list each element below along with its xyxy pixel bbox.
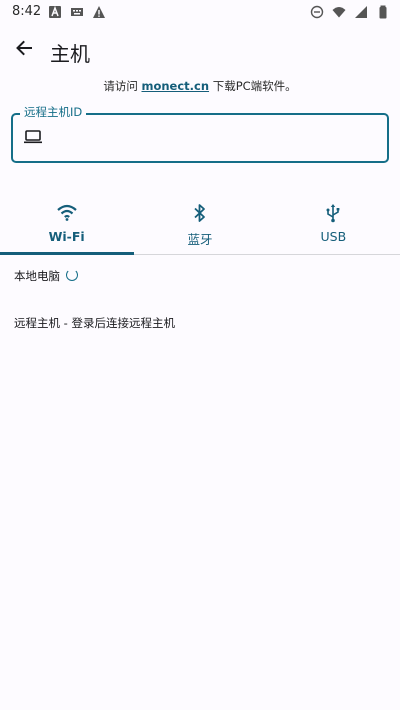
tab-bluetooth[interactable]: 蓝牙 [133, 192, 266, 254]
letter-a-icon [48, 4, 62, 18]
tab-bluetooth-label: 蓝牙 [187, 232, 213, 247]
do-not-disturb-icon [310, 4, 324, 19]
remote-id-input[interactable] [53, 123, 377, 153]
tab-wifi-label: Wi-Fi [48, 229, 85, 244]
remote-id-label: 远程主机ID [20, 104, 87, 120]
wifi-icon [56, 202, 78, 224]
status-time: 8:42 [12, 4, 42, 19]
tab-wifi[interactable]: Wi-Fi [0, 192, 134, 255]
tab-usb[interactable]: USB [267, 192, 400, 254]
local-pc-row[interactable]: 本地电脑 [14, 268, 78, 284]
status-bar: 8:42 [0, 0, 400, 24]
arrow-back-icon [14, 38, 34, 62]
usb-icon [322, 202, 344, 224]
warning-icon [92, 4, 106, 18]
battery-icon [376, 4, 390, 19]
active-tab-indicator [0, 252, 134, 255]
download-hint: 请访问 monect.cn 下载PC端软件。 [0, 78, 400, 94]
app-bar: 主机 [0, 24, 400, 76]
wifi-icon [332, 4, 346, 18]
tab-usb-label: USB [320, 229, 347, 244]
keyboard-icon [70, 4, 84, 18]
remote-host-row[interactable]: 远程主机 - 登录后连接远程主机 [14, 315, 175, 331]
local-pc-label: 本地电脑 [14, 269, 60, 283]
hint-prefix: 请访问 [103, 79, 142, 93]
loading-spinner-icon [66, 269, 78, 281]
laptop-icon [23, 128, 43, 146]
monect-link[interactable]: monect.cn [141, 79, 209, 93]
remote-id-field[interactable] [11, 113, 389, 163]
signal-icon [354, 4, 368, 18]
hint-suffix: 下载PC端软件。 [209, 79, 297, 93]
back-button[interactable] [10, 36, 38, 64]
page-title: 主机 [50, 42, 90, 66]
bluetooth-icon [189, 202, 211, 224]
remote-host-label: 远程主机 - 登录后连接远程主机 [14, 316, 175, 330]
connection-tabs: Wi-Fi 蓝牙 USB [0, 192, 400, 255]
